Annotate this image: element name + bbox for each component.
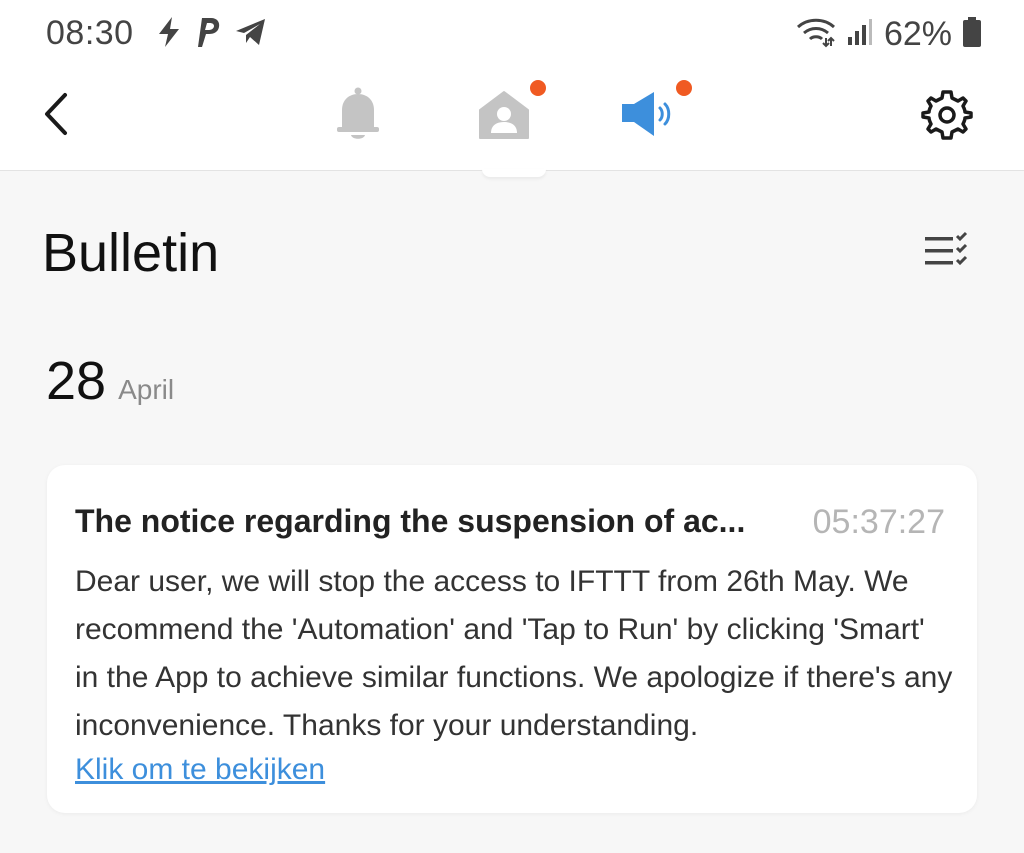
wifi-icon — [796, 16, 836, 53]
status-bar: 08:30 62% — [0, 0, 1024, 68]
tab-home[interactable] — [472, 80, 546, 148]
notification-dot — [530, 80, 546, 96]
settings-button[interactable] — [916, 86, 978, 148]
telegram-icon — [234, 17, 268, 52]
home-person-icon — [476, 86, 532, 147]
tab-bulletin[interactable] — [616, 80, 692, 148]
pinterest-icon — [192, 14, 224, 55]
mark-all-read-button[interactable] — [920, 230, 974, 276]
gear-icon — [921, 89, 973, 146]
status-left-icons — [156, 14, 268, 54]
speaker-icon — [616, 86, 680, 147]
bulletin-body: Dear user, we will stop the access to IF… — [75, 565, 953, 742]
active-tab-indicator — [482, 169, 546, 177]
chevron-left-icon — [41, 92, 71, 141]
back-button[interactable] — [28, 88, 84, 144]
notification-dot — [676, 80, 692, 96]
bell-icon — [333, 86, 383, 147]
date-month: April — [118, 374, 175, 405]
flash-icon — [156, 16, 182, 53]
status-time: 08:30 — [46, 14, 134, 52]
view-details-link[interactable]: Klik om te bekijken — [75, 750, 325, 790]
signal-icon — [846, 17, 874, 52]
tab-notifications[interactable] — [328, 84, 388, 148]
battery-percent: 62% — [883, 14, 952, 53]
date-header: 28 April — [46, 350, 174, 412]
date-day: 28 — [46, 351, 107, 411]
top-bar — [0, 68, 1024, 171]
battery-icon — [962, 16, 982, 53]
bulletin-title: The notice regarding the suspension of a… — [75, 503, 746, 539]
checklist-icon — [923, 231, 971, 276]
page-title: Bulletin — [42, 223, 220, 283]
status-right-icons: 62% — [796, 14, 982, 54]
bulletin-card[interactable]: The notice regarding the suspension of a… — [47, 465, 977, 813]
bulletin-time: 05:37:27 — [812, 503, 945, 541]
